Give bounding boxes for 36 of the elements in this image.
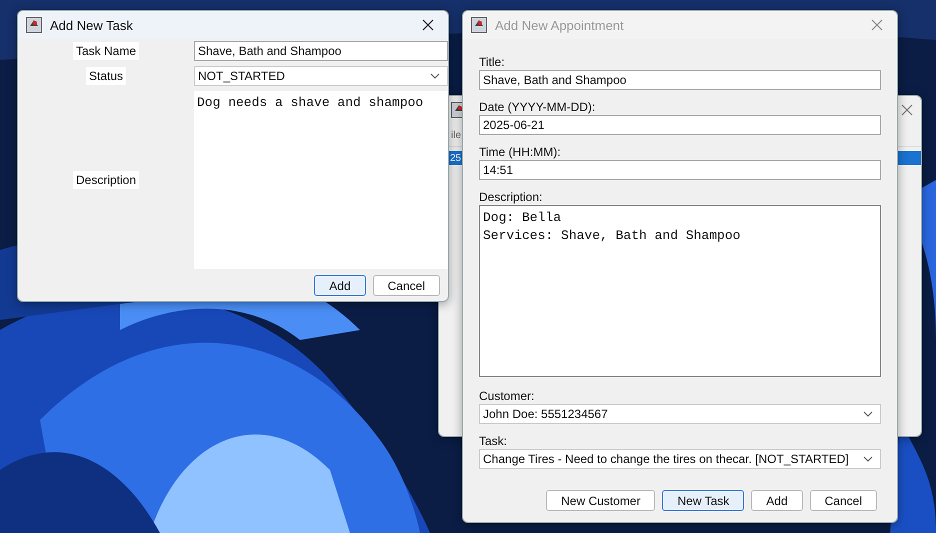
dropdown[interactable]: John Doe: 5551234567 [479, 404, 881, 424]
menu-item[interactable]: ile [451, 130, 462, 140]
field-label: Description [72, 171, 140, 189]
dialog-button[interactable]: Add [751, 490, 803, 511]
dropdown[interactable]: Change Tires - Need to change the tires on thecar. [NOT_STARTED] [479, 449, 881, 469]
input-field[interactable]: 14:51 [479, 160, 881, 180]
chevron-down-icon [863, 456, 873, 462]
dialog-button[interactable]: Add [314, 275, 366, 296]
input-field[interactable]: 2025-06-21 [479, 115, 881, 135]
field-label: Task Name [72, 42, 140, 60]
window-title: Add New Appointment [495, 18, 625, 32]
close-icon [422, 19, 434, 31]
table-cell: 25 [450, 152, 462, 164]
field-label: Title: [479, 54, 506, 70]
close-icon[interactable] [901, 104, 913, 116]
dialog-button[interactable]: New Task [662, 490, 744, 511]
field-label: Customer: [479, 388, 536, 404]
dialog-button[interactable]: New Customer [546, 490, 656, 511]
chevron-down-icon [430, 73, 440, 79]
field-label: Task: [479, 433, 508, 449]
text-area[interactable]: Dog needs a shave and shampoo [194, 91, 448, 269]
field-label: Date (YYYY-MM-DD): [479, 99, 596, 115]
close-icon [871, 19, 883, 31]
app-icon [26, 17, 42, 33]
field-label: Time (HH:MM): [479, 144, 562, 160]
dialog-button[interactable]: Cancel [372, 275, 440, 296]
app-icon [471, 17, 487, 33]
status-dropdown[interactable]: NOT_STARTED [194, 66, 448, 86]
input-field[interactable]: Shave, Bath and Shampoo [194, 41, 448, 61]
chevron-down-icon [863, 411, 873, 417]
field-label: Status [86, 67, 126, 85]
window-title: Add New Task [50, 18, 134, 32]
dialog-button[interactable]: Cancel [810, 490, 877, 511]
text-area[interactable]: Dog: Bella Services: Shave, Bath and Shampoo [479, 205, 881, 377]
field-label: Description: [479, 189, 544, 205]
input-field[interactable]: Shave, Bath and Shampoo [479, 70, 881, 90]
